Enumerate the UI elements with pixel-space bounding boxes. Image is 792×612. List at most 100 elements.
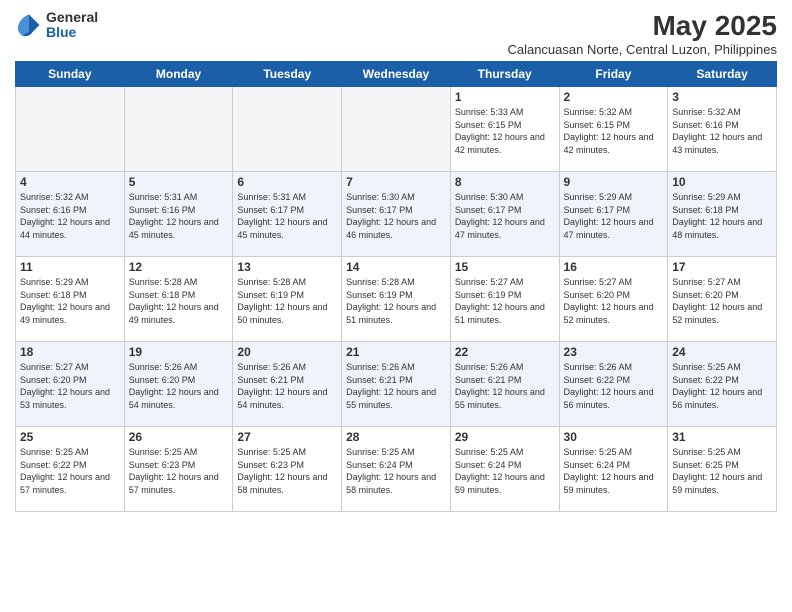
day-info: Sunrise: 5:32 AM Sunset: 6:15 PM Dayligh… (564, 106, 664, 156)
col-tuesday: Tuesday (233, 62, 342, 87)
day-number: 3 (672, 90, 772, 104)
table-row: 31 Sunrise: 5:25 AM Sunset: 6:25 PM Dayli… (668, 427, 777, 512)
table-row: 21 Sunrise: 5:26 AM Sunset: 6:21 PM Dayli… (342, 342, 451, 427)
table-row (124, 87, 233, 172)
table-row: 26 Sunrise: 5:25 AM Sunset: 6:23 PM Dayli… (124, 427, 233, 512)
day-number: 2 (564, 90, 664, 104)
day-info: Sunrise: 5:31 AM Sunset: 6:16 PM Dayligh… (129, 191, 229, 241)
day-info: Sunrise: 5:29 AM Sunset: 6:18 PM Dayligh… (672, 191, 772, 241)
day-info: Sunrise: 5:25 AM Sunset: 6:22 PM Dayligh… (672, 361, 772, 411)
day-number: 8 (455, 175, 555, 189)
calendar-table: Sunday Monday Tuesday Wednesday Thursday… (15, 61, 777, 512)
day-info: Sunrise: 5:30 AM Sunset: 6:17 PM Dayligh… (346, 191, 446, 241)
table-row: 23 Sunrise: 5:26 AM Sunset: 6:22 PM Dayli… (559, 342, 668, 427)
day-info: Sunrise: 5:32 AM Sunset: 6:16 PM Dayligh… (20, 191, 120, 241)
day-number: 5 (129, 175, 229, 189)
day-number: 30 (564, 430, 664, 444)
day-info: Sunrise: 5:27 AM Sunset: 6:20 PM Dayligh… (672, 276, 772, 326)
table-row: 9Sunrise: 5:29 AM Sunset: 6:17 PM Daylig… (559, 172, 668, 257)
day-number: 4 (20, 175, 120, 189)
day-info: Sunrise: 5:26 AM Sunset: 6:20 PM Dayligh… (129, 361, 229, 411)
table-row: 12 Sunrise: 5:28 AM Sunset: 6:18 PM Dayli… (124, 257, 233, 342)
logo-text: General Blue (46, 10, 98, 41)
col-sunday: Sunday (16, 62, 125, 87)
day-number: 7 (346, 175, 446, 189)
day-info: Sunrise: 5:30 AM Sunset: 6:17 PM Dayligh… (455, 191, 555, 241)
day-number: 22 (455, 345, 555, 359)
day-number: 14 (346, 260, 446, 274)
day-number: 31 (672, 430, 772, 444)
calendar-week-row: 4 Sunrise: 5:32 AM Sunset: 6:16 PM Daylig… (16, 172, 777, 257)
logo-general-text: General (46, 10, 98, 25)
day-info: Sunrise: 5:25 AM Sunset: 6:24 PM Dayligh… (346, 446, 446, 496)
table-row: 17 Sunrise: 5:27 AM Sunset: 6:20 PM Dayli… (668, 257, 777, 342)
day-number: 15 (455, 260, 555, 274)
day-number: 10 (672, 175, 772, 189)
day-info: Sunrise: 5:32 AM Sunset: 6:16 PM Dayligh… (672, 106, 772, 156)
day-number: 23 (564, 345, 664, 359)
day-number: 9 (564, 175, 664, 189)
table-row: 22 Sunrise: 5:26 AM Sunset: 6:21 PM Dayli… (450, 342, 559, 427)
day-number: 16 (564, 260, 664, 274)
table-row: 14 Sunrise: 5:28 AM Sunset: 6:19 PM Dayli… (342, 257, 451, 342)
table-row: 11 Sunrise: 5:29 AM Sunset: 6:18 PM Dayli… (16, 257, 125, 342)
table-row: 3 Sunrise: 5:32 AM Sunset: 6:16 PM Daylig… (668, 87, 777, 172)
day-number: 29 (455, 430, 555, 444)
day-number: 20 (237, 345, 337, 359)
table-row (233, 87, 342, 172)
table-row: 24 Sunrise: 5:25 AM Sunset: 6:22 PM Dayli… (668, 342, 777, 427)
day-info: Sunrise: 5:28 AM Sunset: 6:19 PM Dayligh… (346, 276, 446, 326)
table-row: 30 Sunrise: 5:25 AM Sunset: 6:24 PM Dayli… (559, 427, 668, 512)
day-info: Sunrise: 5:28 AM Sunset: 6:18 PM Dayligh… (129, 276, 229, 326)
day-info: Sunrise: 5:25 AM Sunset: 6:24 PM Dayligh… (564, 446, 664, 496)
day-info: Sunrise: 5:25 AM Sunset: 6:22 PM Dayligh… (20, 446, 120, 496)
table-row: 20Sunrise: 5:26 AM Sunset: 6:21 PM Dayli… (233, 342, 342, 427)
day-number: 13 (237, 260, 337, 274)
day-info: Sunrise: 5:33 AM Sunset: 6:15 PM Dayligh… (455, 106, 555, 156)
header: General Blue May 2025 Calancuasan Norte,… (15, 10, 777, 57)
table-row: 25 Sunrise: 5:25 AM Sunset: 6:22 PM Dayli… (16, 427, 125, 512)
day-info: Sunrise: 5:26 AM Sunset: 6:22 PM Dayligh… (564, 361, 664, 411)
logo-icon (15, 11, 43, 39)
table-row: 8 Sunrise: 5:30 AM Sunset: 6:17 PM Daylig… (450, 172, 559, 257)
day-number: 17 (672, 260, 772, 274)
day-number: 6 (237, 175, 337, 189)
day-info: Sunrise: 5:28 AM Sunset: 6:19 PM Dayligh… (237, 276, 337, 326)
day-number: 11 (20, 260, 120, 274)
calendar-week-row: 18 Sunrise: 5:27 AM Sunset: 6:20 PM Dayli… (16, 342, 777, 427)
month-year: May 2025 (507, 10, 777, 42)
day-number: 1 (455, 90, 555, 104)
table-row: 28Sunrise: 5:25 AM Sunset: 6:24 PM Dayli… (342, 427, 451, 512)
day-info: Sunrise: 5:25 AM Sunset: 6:23 PM Dayligh… (129, 446, 229, 496)
table-row: 15 Sunrise: 5:27 AM Sunset: 6:19 PM Dayli… (450, 257, 559, 342)
table-row: 27Sunrise: 5:25 AM Sunset: 6:23 PM Dayli… (233, 427, 342, 512)
calendar-header-row: Sunday Monday Tuesday Wednesday Thursday… (16, 62, 777, 87)
day-number: 24 (672, 345, 772, 359)
day-number: 12 (129, 260, 229, 274)
col-friday: Friday (559, 62, 668, 87)
col-wednesday: Wednesday (342, 62, 451, 87)
day-number: 26 (129, 430, 229, 444)
col-saturday: Saturday (668, 62, 777, 87)
table-row: 18 Sunrise: 5:27 AM Sunset: 6:20 PM Dayli… (16, 342, 125, 427)
table-row (342, 87, 451, 172)
page: General Blue May 2025 Calancuasan Norte,… (0, 0, 792, 612)
calendar-week-row: 25 Sunrise: 5:25 AM Sunset: 6:22 PM Dayli… (16, 427, 777, 512)
table-row: 19Sunrise: 5:26 AM Sunset: 6:20 PM Dayli… (124, 342, 233, 427)
day-info: Sunrise: 5:27 AM Sunset: 6:19 PM Dayligh… (455, 276, 555, 326)
day-info: Sunrise: 5:27 AM Sunset: 6:20 PM Dayligh… (20, 361, 120, 411)
day-info: Sunrise: 5:26 AM Sunset: 6:21 PM Dayligh… (455, 361, 555, 411)
day-number: 18 (20, 345, 120, 359)
day-info: Sunrise: 5:26 AM Sunset: 6:21 PM Dayligh… (346, 361, 446, 411)
col-thursday: Thursday (450, 62, 559, 87)
table-row: 29Sunrise: 5:25 AM Sunset: 6:24 PM Dayli… (450, 427, 559, 512)
table-row: 13 Sunrise: 5:28 AM Sunset: 6:19 PM Dayli… (233, 257, 342, 342)
day-info: Sunrise: 5:25 AM Sunset: 6:25 PM Dayligh… (672, 446, 772, 496)
day-info: Sunrise: 5:29 AM Sunset: 6:18 PM Dayligh… (20, 276, 120, 326)
day-number: 21 (346, 345, 446, 359)
day-number: 25 (20, 430, 120, 444)
table-row: 5 Sunrise: 5:31 AM Sunset: 6:16 PM Daylig… (124, 172, 233, 257)
calendar-week-row: 1 Sunrise: 5:33 AM Sunset: 6:15 PM Daylig… (16, 87, 777, 172)
day-info: Sunrise: 5:27 AM Sunset: 6:20 PM Dayligh… (564, 276, 664, 326)
table-row: 1 Sunrise: 5:33 AM Sunset: 6:15 PM Daylig… (450, 87, 559, 172)
